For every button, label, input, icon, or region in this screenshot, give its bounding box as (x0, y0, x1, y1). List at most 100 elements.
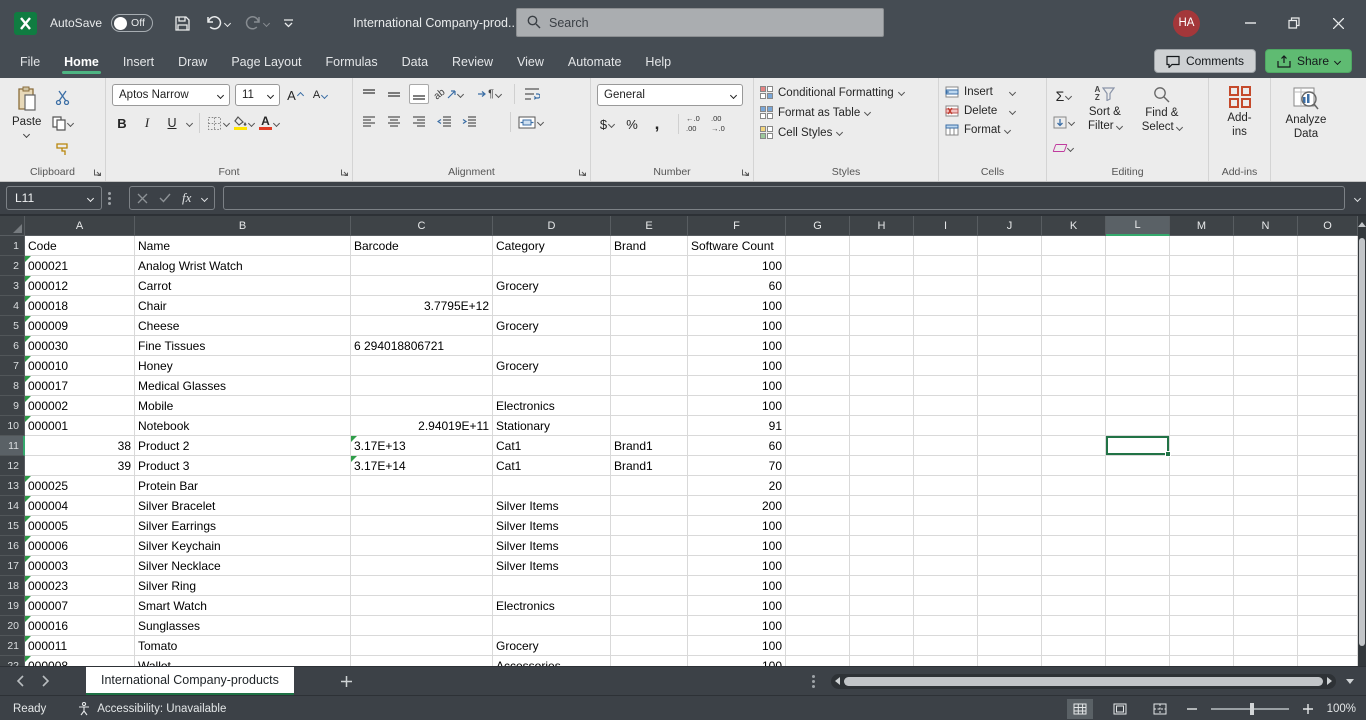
cell-J17[interactable] (978, 556, 1042, 576)
cell-M2[interactable] (1170, 256, 1234, 276)
cell-K7[interactable] (1042, 356, 1106, 376)
cell-A8[interactable]: 000017 (25, 376, 135, 396)
cell-E4[interactable] (611, 296, 688, 316)
cell-M5[interactable] (1170, 316, 1234, 336)
insert-cells-button[interactable]: Insert (945, 86, 1015, 98)
cell-K14[interactable] (1042, 496, 1106, 516)
cell-N8[interactable] (1234, 376, 1298, 396)
cell-J14[interactable] (978, 496, 1042, 516)
cell-N5[interactable] (1234, 316, 1298, 336)
cell-H22[interactable] (850, 656, 914, 666)
cell-K4[interactable] (1042, 296, 1106, 316)
row-header-13[interactable]: 13 (0, 476, 25, 496)
close-button[interactable] (1316, 0, 1360, 46)
cell-K9[interactable] (1042, 396, 1106, 416)
cell-G21[interactable] (786, 636, 850, 656)
row-header-19[interactable]: 19 (0, 596, 25, 616)
cell-F12[interactable]: 70 (688, 456, 786, 476)
cell-E17[interactable] (611, 556, 688, 576)
clipboard-dialog-launcher[interactable] (93, 168, 102, 177)
cell-B5[interactable]: Cheese (135, 316, 351, 336)
cell-I10[interactable] (914, 416, 978, 436)
cell-C1[interactable]: Barcode (351, 236, 493, 256)
cell-K19[interactable] (1042, 596, 1106, 616)
enter-icon[interactable] (159, 193, 171, 203)
save-button[interactable] (174, 15, 191, 32)
cell-N14[interactable] (1234, 496, 1298, 516)
cell-G15[interactable] (786, 516, 850, 536)
horizontal-scroll-thumb[interactable] (844, 677, 1323, 686)
next-sheet-icon[interactable] (42, 675, 50, 687)
cell-D5[interactable]: Grocery (493, 316, 611, 336)
decrease-decimal-button[interactable]: .00→.0 (711, 114, 731, 134)
row-header-18[interactable]: 18 (0, 576, 25, 596)
cell-E9[interactable] (611, 396, 688, 416)
cell-N9[interactable] (1234, 396, 1298, 416)
column-header-I[interactable]: I (914, 216, 978, 236)
cell-F6[interactable]: 100 (688, 336, 786, 356)
bold-button[interactable]: B (112, 113, 132, 133)
cell-L1[interactable] (1106, 236, 1170, 256)
cell-O22[interactable] (1298, 656, 1358, 666)
cell-K20[interactable] (1042, 616, 1106, 636)
cell-H14[interactable] (850, 496, 914, 516)
cell-F20[interactable]: 100 (688, 616, 786, 636)
cell-O8[interactable] (1298, 376, 1358, 396)
cell-L17[interactable] (1106, 556, 1170, 576)
cell-N17[interactable] (1234, 556, 1298, 576)
tab-bar-resize-handle[interactable] (812, 680, 815, 683)
cell-C13[interactable] (351, 476, 493, 496)
page-layout-view-button[interactable] (1107, 699, 1133, 719)
row-header-11[interactable]: 11 (0, 436, 25, 456)
cell-N2[interactable] (1234, 256, 1298, 276)
cell-O21[interactable] (1298, 636, 1358, 656)
cell-K2[interactable] (1042, 256, 1106, 276)
cell-O3[interactable] (1298, 276, 1358, 296)
cell-D3[interactable]: Grocery (493, 276, 611, 296)
cell-D17[interactable]: Silver Items (493, 556, 611, 576)
cell-M6[interactable] (1170, 336, 1234, 356)
font-dialog-launcher[interactable] (340, 168, 349, 177)
cell-O18[interactable] (1298, 576, 1358, 596)
cell-A13[interactable]: 000025 (25, 476, 135, 496)
cell-I14[interactable] (914, 496, 978, 516)
cell-I1[interactable] (914, 236, 978, 256)
cell-B22[interactable]: Wallet (135, 656, 351, 666)
cell-M19[interactable] (1170, 596, 1234, 616)
cell-B19[interactable]: Smart Watch (135, 596, 351, 616)
add-ins-button[interactable]: Add-ins (1215, 84, 1264, 163)
row-header-2[interactable]: 2 (0, 256, 25, 276)
tab-view[interactable]: View (505, 55, 556, 78)
cell-M22[interactable] (1170, 656, 1234, 666)
cell-E3[interactable] (611, 276, 688, 296)
cell-A16[interactable]: 000006 (25, 536, 135, 556)
cell-F21[interactable]: 100 (688, 636, 786, 656)
cell-I9[interactable] (914, 396, 978, 416)
cell-M18[interactable] (1170, 576, 1234, 596)
font-family-combo[interactable]: Aptos Narrow (112, 84, 230, 106)
cell-H12[interactable] (850, 456, 914, 476)
column-header-G[interactable]: G (786, 216, 850, 236)
cell-E11[interactable]: Brand1 (611, 436, 688, 456)
cell-C9[interactable] (351, 396, 493, 416)
cell-J4[interactable] (978, 296, 1042, 316)
cell-J12[interactable] (978, 456, 1042, 476)
orientation-button[interactable]: ab (434, 84, 463, 104)
row-header-7[interactable]: 7 (0, 356, 25, 376)
cell-E18[interactable] (611, 576, 688, 596)
italic-button[interactable]: I (137, 113, 157, 133)
cell-F22[interactable]: 100 (688, 656, 786, 666)
cell-N19[interactable] (1234, 596, 1298, 616)
cell-N7[interactable] (1234, 356, 1298, 376)
column-header-L[interactable]: L (1106, 216, 1170, 236)
cell-B9[interactable]: Mobile (135, 396, 351, 416)
cell-L22[interactable] (1106, 656, 1170, 666)
cell-D19[interactable]: Electronics (493, 596, 611, 616)
excel-logo-icon[interactable] (14, 12, 37, 35)
cell-J13[interactable] (978, 476, 1042, 496)
accessibility-status[interactable]: Accessibility: Unavailable (78, 702, 226, 716)
add-sheet-icon[interactable] (340, 675, 353, 688)
cell-G10[interactable] (786, 416, 850, 436)
tab-help[interactable]: Help (633, 55, 683, 78)
scroll-left-icon[interactable] (835, 677, 840, 685)
